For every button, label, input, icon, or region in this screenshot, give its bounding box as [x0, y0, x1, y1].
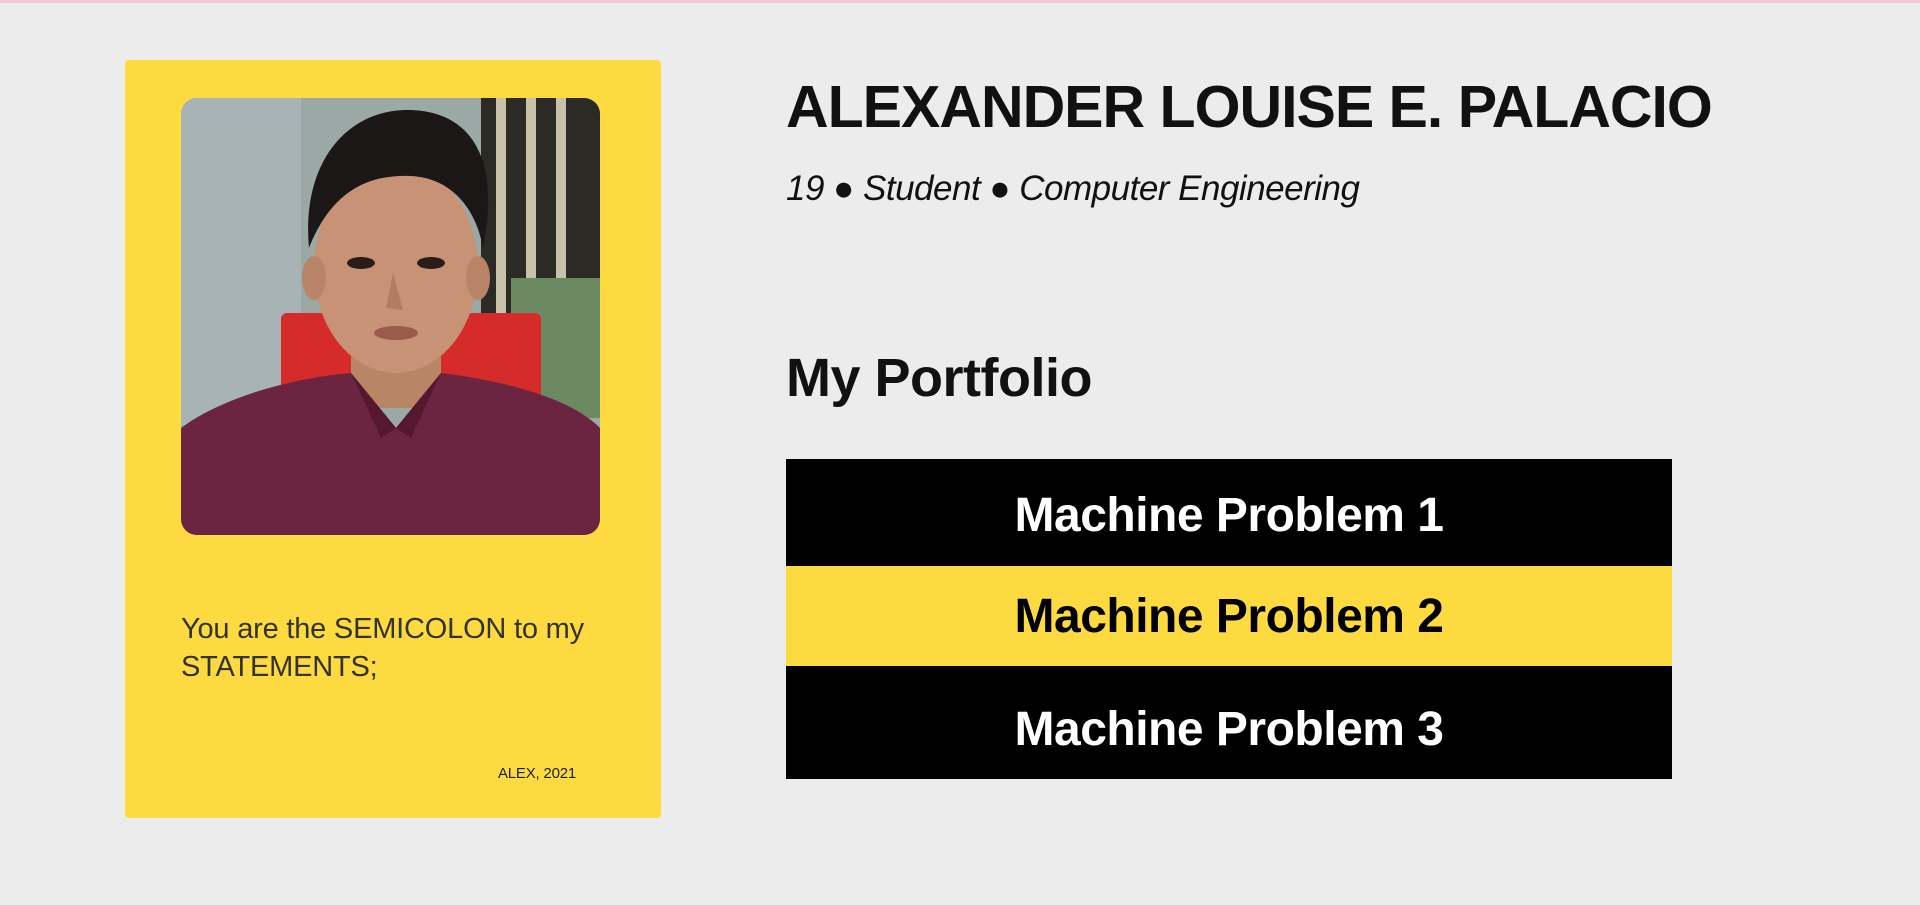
portfolio-item-label: Machine Problem 1 — [1014, 489, 1444, 542]
page-title: ALEXANDER LOUISE E. PALACIO — [786, 74, 1713, 140]
portfolio-item-label: Machine Problem 3 — [1014, 703, 1444, 756]
tagline: 19 ● Student ● Computer Engineering — [786, 169, 1360, 208]
portfolio-item-machine-problem-2[interactable]: Machine Problem 2 — [786, 566, 1672, 666]
portfolio-item-label: Machine Problem 2 — [1014, 589, 1444, 643]
profile-photo — [181, 98, 600, 535]
profile-card: You are the SEMICOLON to my STATEMENTS; … — [125, 60, 661, 818]
portfolio-item-machine-problem-3[interactable]: Machine Problem 3 — [786, 666, 1672, 779]
top-border — [0, 0, 1920, 3]
portfolio-item-machine-problem-1[interactable]: Machine Problem 1 — [786, 459, 1672, 566]
portfolio-title: My Portfolio — [786, 348, 1092, 408]
quote-line-1: You are the SEMICOLON to my — [181, 613, 584, 645]
quote-credit: ALEX, 2021 — [497, 765, 576, 782]
quote-line-2: STATEMENTS; — [181, 651, 378, 683]
portfolio-list: Machine Problem 1 Machine Problem 2 Mach… — [786, 459, 1672, 779]
quote-text: You are the SEMICOLON to my STATEMENTS; — [181, 610, 621, 686]
